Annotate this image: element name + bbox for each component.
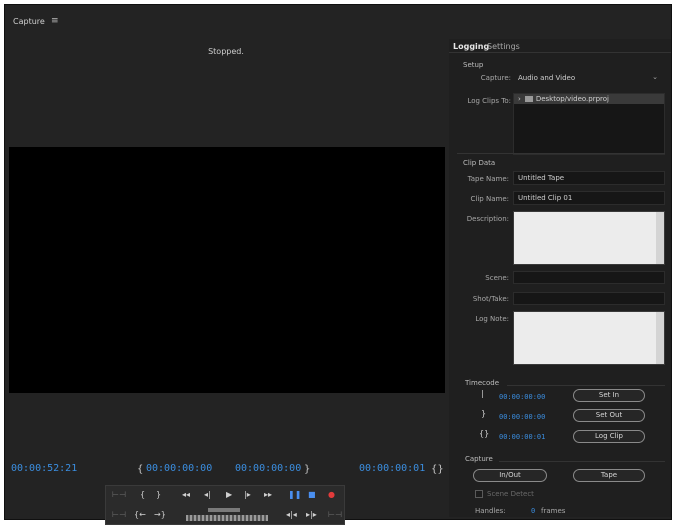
mark-out-button[interactable]: } bbox=[156, 490, 161, 500]
panel-menu-icon[interactable]: ≡ bbox=[51, 16, 59, 26]
clip-name-label: Clip Name: bbox=[470, 195, 509, 203]
chevron-down-icon: ⌄ bbox=[652, 73, 658, 81]
log-note-textarea[interactable] bbox=[513, 311, 665, 365]
clip-name-input[interactable]: Untitled Clip 01 bbox=[513, 191, 665, 205]
capture-window: Capture ≡ Stopped. 00:00:52:21 { 00:00:0… bbox=[4, 4, 672, 525]
capture-dropdown[interactable]: Audio and Video ⌄ bbox=[513, 71, 663, 84]
tab-logging[interactable]: Logging bbox=[453, 42, 489, 51]
scene-detect-label: Scene Detect bbox=[487, 490, 534, 498]
next-scene-button[interactable]: ▸|▸ bbox=[306, 510, 317, 520]
section-divider bbox=[507, 385, 665, 386]
handles-label: Handles: bbox=[475, 507, 506, 515]
tape-name-label: Tape Name: bbox=[467, 175, 509, 183]
capture-in-out-button[interactable]: In/Out bbox=[473, 469, 547, 482]
log-clips-to-tree[interactable]: › Desktop/video.prproj bbox=[513, 93, 665, 155]
log-note-label: Log Note: bbox=[475, 315, 509, 323]
out-point-bracket-icon: } bbox=[304, 464, 311, 475]
scene-detect-checkbox[interactable] bbox=[475, 490, 483, 498]
setup-heading: Setup bbox=[463, 61, 484, 69]
stop-button[interactable]: ■ bbox=[308, 490, 316, 500]
record-button[interactable]: ● bbox=[328, 490, 335, 500]
rewind-button[interactable]: ◂◂ bbox=[182, 490, 190, 500]
out-point-timecode[interactable]: 00:00:00:00 bbox=[235, 463, 301, 474]
description-textarea[interactable] bbox=[513, 211, 665, 265]
capture-label: Capture: bbox=[480, 74, 511, 82]
duration-icon: {} bbox=[431, 464, 444, 475]
timecode-heading: Timecode bbox=[465, 379, 500, 387]
bin-path: Desktop/video.prproj bbox=[535, 95, 609, 103]
tc-duration-value[interactable]: 00:00:00:01 bbox=[499, 433, 545, 441]
description-label: Description: bbox=[466, 215, 509, 223]
duration-icon: {} bbox=[479, 429, 490, 438]
goto-out-button[interactable]: →} bbox=[154, 510, 166, 520]
capture-tape-button[interactable]: Tape bbox=[573, 469, 645, 482]
capture-monitor: Stopped. 00:00:52:21 { 00:00:00:00 00:00… bbox=[7, 39, 445, 525]
step-back-button[interactable]: ◂| bbox=[204, 490, 211, 500]
scene-input[interactable] bbox=[513, 271, 665, 284]
bin-item[interactable]: › Desktop/video.prproj bbox=[514, 94, 664, 104]
log-clip-button[interactable]: Log Clip bbox=[573, 430, 645, 443]
panel-tabs: Logging Settings bbox=[449, 39, 671, 53]
folder-icon bbox=[524, 96, 533, 102]
capture-status: Stopped. bbox=[208, 47, 244, 56]
handles-value[interactable]: 0 bbox=[531, 507, 535, 515]
mark-in-button[interactable]: { bbox=[140, 490, 145, 500]
set-out-button[interactable]: Set Out bbox=[573, 409, 645, 422]
in-point-icon: | bbox=[481, 389, 484, 398]
scene-search-button[interactable]: ⊢⊣ bbox=[328, 510, 342, 520]
scene-label: Scene: bbox=[485, 274, 509, 282]
previous-scene-button[interactable]: ◂|◂ bbox=[286, 510, 297, 520]
log-clips-to-label: Log Clips To: bbox=[467, 97, 511, 105]
section-divider bbox=[457, 153, 665, 154]
tc-out-value[interactable]: 00:00:00:00 bbox=[499, 413, 545, 421]
section-divider bbox=[499, 461, 665, 462]
out-point-icon: } bbox=[481, 409, 487, 418]
capture-dropdown-value: Audio and Video bbox=[518, 74, 576, 82]
set-in-button[interactable]: Set In bbox=[573, 389, 645, 402]
shot-take-label: Shot/Take: bbox=[472, 295, 509, 303]
logging-panel: Logging Settings Setup Capture: Audio an… bbox=[449, 39, 671, 517]
in-point-bracket-icon: { bbox=[137, 464, 144, 475]
shuttle-slider[interactable] bbox=[208, 508, 240, 512]
fast-forward-button[interactable]: ▸▸ bbox=[264, 490, 272, 500]
goto-in-button[interactable]: {← bbox=[134, 510, 146, 520]
pause-button[interactable]: ❚❚ bbox=[288, 490, 301, 500]
jog-wheel[interactable] bbox=[186, 515, 268, 521]
capture-heading: Capture bbox=[465, 455, 493, 463]
scene-icon[interactable]: ⊢⊣ bbox=[112, 490, 126, 500]
tc-in-value[interactable]: 00:00:00:00 bbox=[499, 393, 545, 401]
step-forward-button[interactable]: |▸ bbox=[244, 490, 251, 500]
scene-icon-2[interactable]: ⊢⊣ bbox=[112, 510, 126, 520]
duration-timecode[interactable]: 00:00:00:01 bbox=[359, 463, 425, 474]
tab-settings[interactable]: Settings bbox=[487, 42, 520, 51]
play-button[interactable]: ▶ bbox=[226, 490, 232, 500]
handles-unit: frames bbox=[541, 507, 566, 515]
window-title: Capture bbox=[13, 17, 45, 26]
tape-name-input[interactable]: Untitled Tape bbox=[513, 171, 665, 185]
current-timecode[interactable]: 00:00:52:21 bbox=[11, 463, 77, 474]
shot-take-input[interactable] bbox=[513, 292, 665, 305]
clip-data-heading: Clip Data bbox=[463, 159, 496, 167]
expand-arrow-icon: › bbox=[518, 95, 521, 103]
transport-controls: ⊢⊣ { } ◂◂ ◂| ▶ |▸ ▸▸ ❚❚ ■ ● ⊢⊣ {← →} ◂|◂… bbox=[105, 485, 345, 525]
video-preview bbox=[9, 147, 445, 393]
in-point-timecode[interactable]: 00:00:00:00 bbox=[146, 463, 212, 474]
